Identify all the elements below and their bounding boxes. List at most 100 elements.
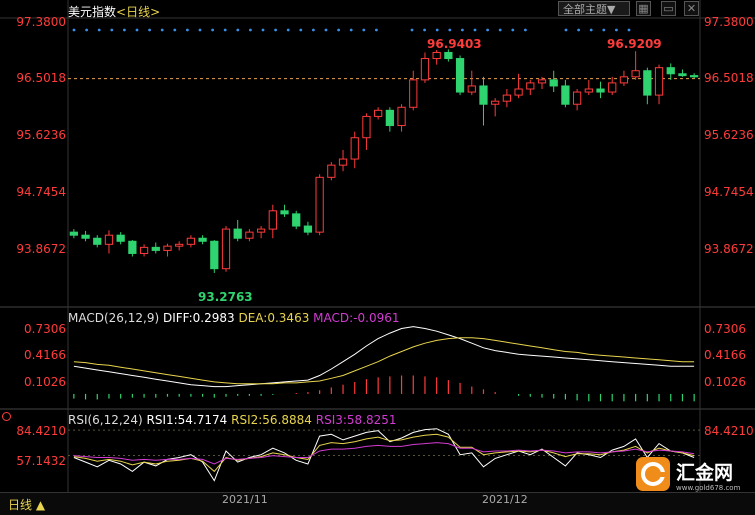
macd-axis-left-0: 0.7306	[24, 322, 66, 336]
candle-up	[350, 137, 359, 160]
candle-down	[455, 58, 465, 93]
candle-up	[175, 243, 184, 247]
rsi2-value: RSI2:56.8884	[231, 413, 312, 427]
rsi-label: RSI(6,12,24)	[68, 413, 143, 427]
candle-down	[303, 225, 313, 233]
rsi-axis-right-0: 84.4210	[704, 424, 754, 438]
event-dot	[448, 28, 452, 32]
brand-url: www.gold678.com	[676, 484, 741, 492]
candle-up	[526, 82, 535, 90]
candle-down	[210, 240, 219, 270]
event-dot	[627, 28, 631, 32]
period-selector[interactable]: 日线 ▲	[8, 496, 45, 513]
rsi-axis-left-0: 84.4210	[16, 424, 66, 438]
price-axis-left-0: 97.3800	[16, 15, 66, 29]
candle-up	[327, 164, 336, 178]
event-dot	[123, 28, 126, 32]
macd-dea: DEA:0.3463	[238, 311, 310, 325]
macd-axis-right-0: 0.7306	[704, 322, 746, 336]
event-dot	[299, 28, 303, 32]
macd-axis-left-1: 0.4166	[24, 348, 66, 362]
high-marker-1: 96.9403	[427, 37, 482, 51]
event-dot	[349, 28, 353, 32]
event-dot	[615, 28, 618, 32]
high-marker-2: 96.9209	[607, 37, 662, 51]
candle-down	[69, 231, 78, 236]
event-dot	[198, 28, 202, 32]
date-label-dec: 2021/12	[482, 493, 528, 506]
macd-axis-right-1: 0.4166	[704, 348, 746, 362]
event-dot	[223, 28, 227, 32]
price-axis-right-3: 94.7454	[704, 185, 754, 199]
candle-down	[561, 85, 570, 105]
rsi-axis-left-1: 57.1432	[16, 454, 66, 468]
event-dot	[337, 28, 340, 32]
event-dot	[97, 28, 101, 32]
macd-diff-line	[73, 326, 695, 388]
price-axis-right-4: 93.8672	[704, 242, 754, 256]
candle-up	[491, 100, 500, 105]
candle-down	[444, 51, 453, 60]
event-dot	[602, 28, 606, 32]
candle-up	[467, 85, 476, 93]
event-dot	[173, 28, 177, 32]
candle-down	[666, 67, 675, 75]
candle-down	[93, 237, 102, 245]
event-dot	[423, 28, 426, 32]
event-dot	[511, 28, 515, 32]
candle-down	[479, 85, 488, 105]
event-dot	[473, 28, 477, 32]
candle-down	[385, 109, 394, 127]
candle-up	[268, 210, 277, 230]
macd-axis-left-2: 0.1026	[24, 375, 66, 389]
candle-down	[128, 240, 137, 254]
candle-up	[572, 91, 582, 105]
event-dot	[362, 28, 366, 32]
bottom-bar	[0, 492, 755, 515]
event-dot	[261, 28, 265, 32]
event-dot	[577, 28, 580, 32]
event-dot	[110, 28, 114, 32]
candle-up	[245, 231, 254, 239]
price-axis-left-2: 95.6236	[16, 128, 66, 142]
candle-up	[608, 82, 617, 93]
event-dot	[486, 28, 489, 32]
candle-up	[631, 70, 640, 78]
event-dot	[498, 28, 502, 32]
candle-up	[221, 228, 231, 270]
event-dot	[564, 28, 568, 32]
rsi1-value: RSI1:54.7174	[146, 413, 228, 427]
candle-up	[315, 176, 324, 233]
rsi-header: RSI(6,12,24) RSI1:54.7174 RSI2:56.8884 R…	[68, 413, 397, 427]
candle-up	[338, 158, 348, 166]
candle-up	[654, 67, 664, 96]
candle-down	[643, 70, 652, 96]
event-dot	[312, 28, 315, 32]
macd-header: MACD(26,12,9) DIFF:0.2983 DEA:0.3463 MAC…	[68, 311, 400, 325]
price-axis-right-1: 96.5018	[704, 71, 754, 85]
event-dot	[589, 28, 593, 32]
candle-up	[432, 51, 441, 60]
candle-down	[81, 234, 90, 239]
candle-up	[420, 58, 430, 81]
brand-logo-graphic: 汇金网 www.gold678.com	[636, 457, 741, 492]
price-axis-right-2: 95.6236	[704, 128, 754, 142]
macd-axis-right-2: 0.1026	[704, 375, 746, 389]
event-dot	[375, 28, 378, 32]
event-dot	[85, 28, 88, 32]
event-dot	[72, 28, 76, 32]
rsi3-line	[73, 442, 695, 465]
indicator-toggle-icon[interactable]	[2, 412, 11, 421]
low-marker: 93.2763	[198, 290, 253, 304]
rsi3-value: RSI3:58.8251	[315, 413, 397, 427]
candle-up	[139, 246, 149, 254]
candle-up	[186, 237, 196, 245]
chart-canvas[interactable]	[0, 0, 755, 514]
price-axis-left-4: 93.8672	[16, 242, 66, 256]
candle-up	[362, 115, 371, 139]
candle-up	[537, 79, 547, 84]
brand-name: 汇金网	[676, 461, 733, 484]
event-dot	[461, 28, 464, 32]
event-dot	[186, 28, 189, 32]
price-axis-left-3: 94.7454	[16, 185, 66, 199]
